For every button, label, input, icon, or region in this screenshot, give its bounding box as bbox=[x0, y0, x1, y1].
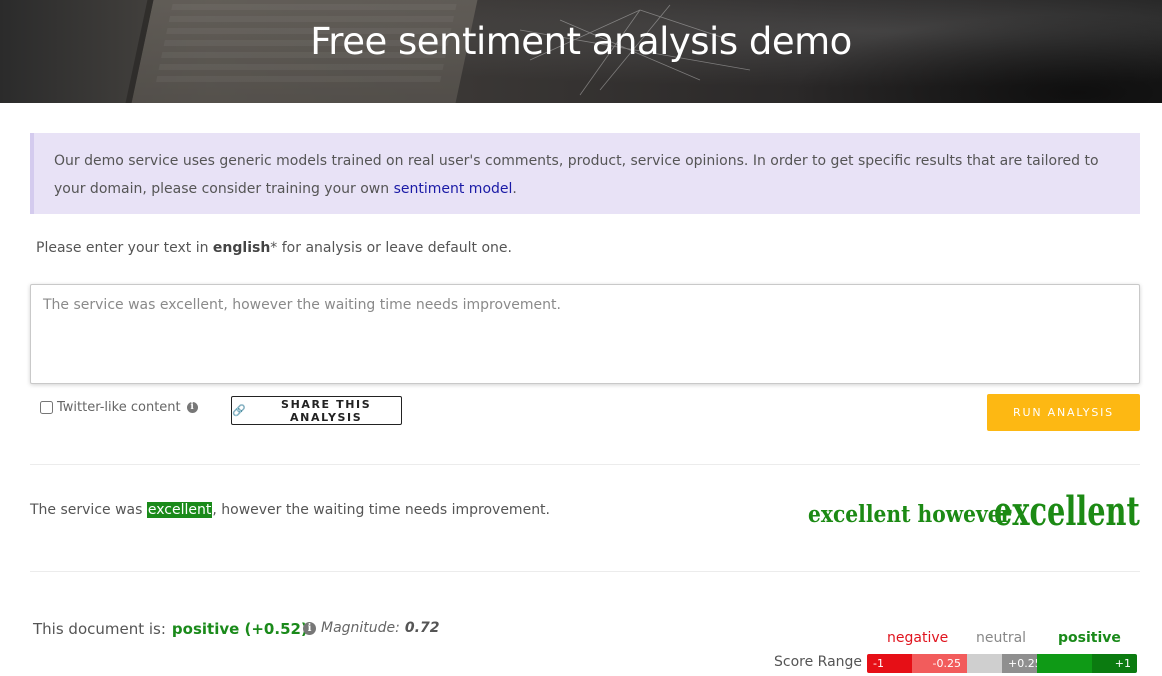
info-notice: Our demo service uses generic models tra… bbox=[30, 133, 1140, 214]
legend-positive: positive bbox=[1058, 630, 1121, 646]
legend-neutral: neutral bbox=[976, 630, 1027, 646]
twitter-checkbox[interactable] bbox=[40, 401, 53, 414]
word-cloud-term: excellent however bbox=[808, 501, 1012, 528]
sentiment-model-link[interactable]: sentiment model bbox=[394, 181, 513, 197]
range-tick: -1 bbox=[873, 657, 884, 670]
twitter-option[interactable]: Twitter-like content i bbox=[40, 400, 198, 415]
divider bbox=[30, 571, 1140, 572]
legend-negative: negative bbox=[887, 630, 949, 646]
magnitude: i Magnitude: 0.72 bbox=[303, 620, 439, 636]
range-segment: -1 bbox=[867, 654, 912, 673]
range-segment: -0.25 bbox=[912, 654, 967, 673]
twitter-label: Twitter-like content bbox=[57, 400, 181, 415]
text-input[interactable]: The service was excellent, however the w… bbox=[30, 284, 1140, 384]
info-icon[interactable]: i bbox=[186, 402, 198, 413]
range-tick: +1 bbox=[1114, 657, 1131, 670]
word-cloud-term: excellent bbox=[994, 488, 1140, 535]
positive-highlight: excellent bbox=[146, 502, 213, 518]
sentiment-score: positive (+0.52) bbox=[171, 620, 308, 638]
page-title: Free sentiment analysis demo bbox=[310, 20, 852, 63]
range-segment: +1 bbox=[1092, 654, 1137, 673]
score-range-bar: -1 -0.25 +0.25 +1 bbox=[867, 654, 1137, 673]
divider bbox=[30, 464, 1140, 465]
notice-text: Our demo service uses generic models tra… bbox=[54, 153, 1099, 197]
range-tick: -0.25 bbox=[932, 657, 961, 670]
range-segment bbox=[1037, 654, 1092, 673]
hero-header: Free sentiment analysis demo bbox=[0, 0, 1162, 103]
highlighted-result: The service was excellent, however the w… bbox=[30, 502, 550, 518]
run-analysis-button[interactable]: RUN ANALYSIS bbox=[987, 394, 1140, 431]
magnitude-value: 0.72 bbox=[404, 620, 440, 636]
score-range-label: Score Range bbox=[774, 654, 863, 670]
range-segment: +0.25 bbox=[1002, 654, 1042, 673]
language-label: english bbox=[212, 240, 271, 256]
share-analysis-button[interactable]: 🔗 SHARE THIS ANALYSIS bbox=[231, 396, 402, 425]
document-sentiment: This document is: positive (+0.52) bbox=[33, 620, 308, 638]
info-icon: i bbox=[303, 621, 316, 635]
range-segment bbox=[967, 654, 1002, 673]
link-icon: 🔗 bbox=[232, 404, 248, 417]
input-prompt: Please enter your text in english* for a… bbox=[36, 240, 512, 256]
